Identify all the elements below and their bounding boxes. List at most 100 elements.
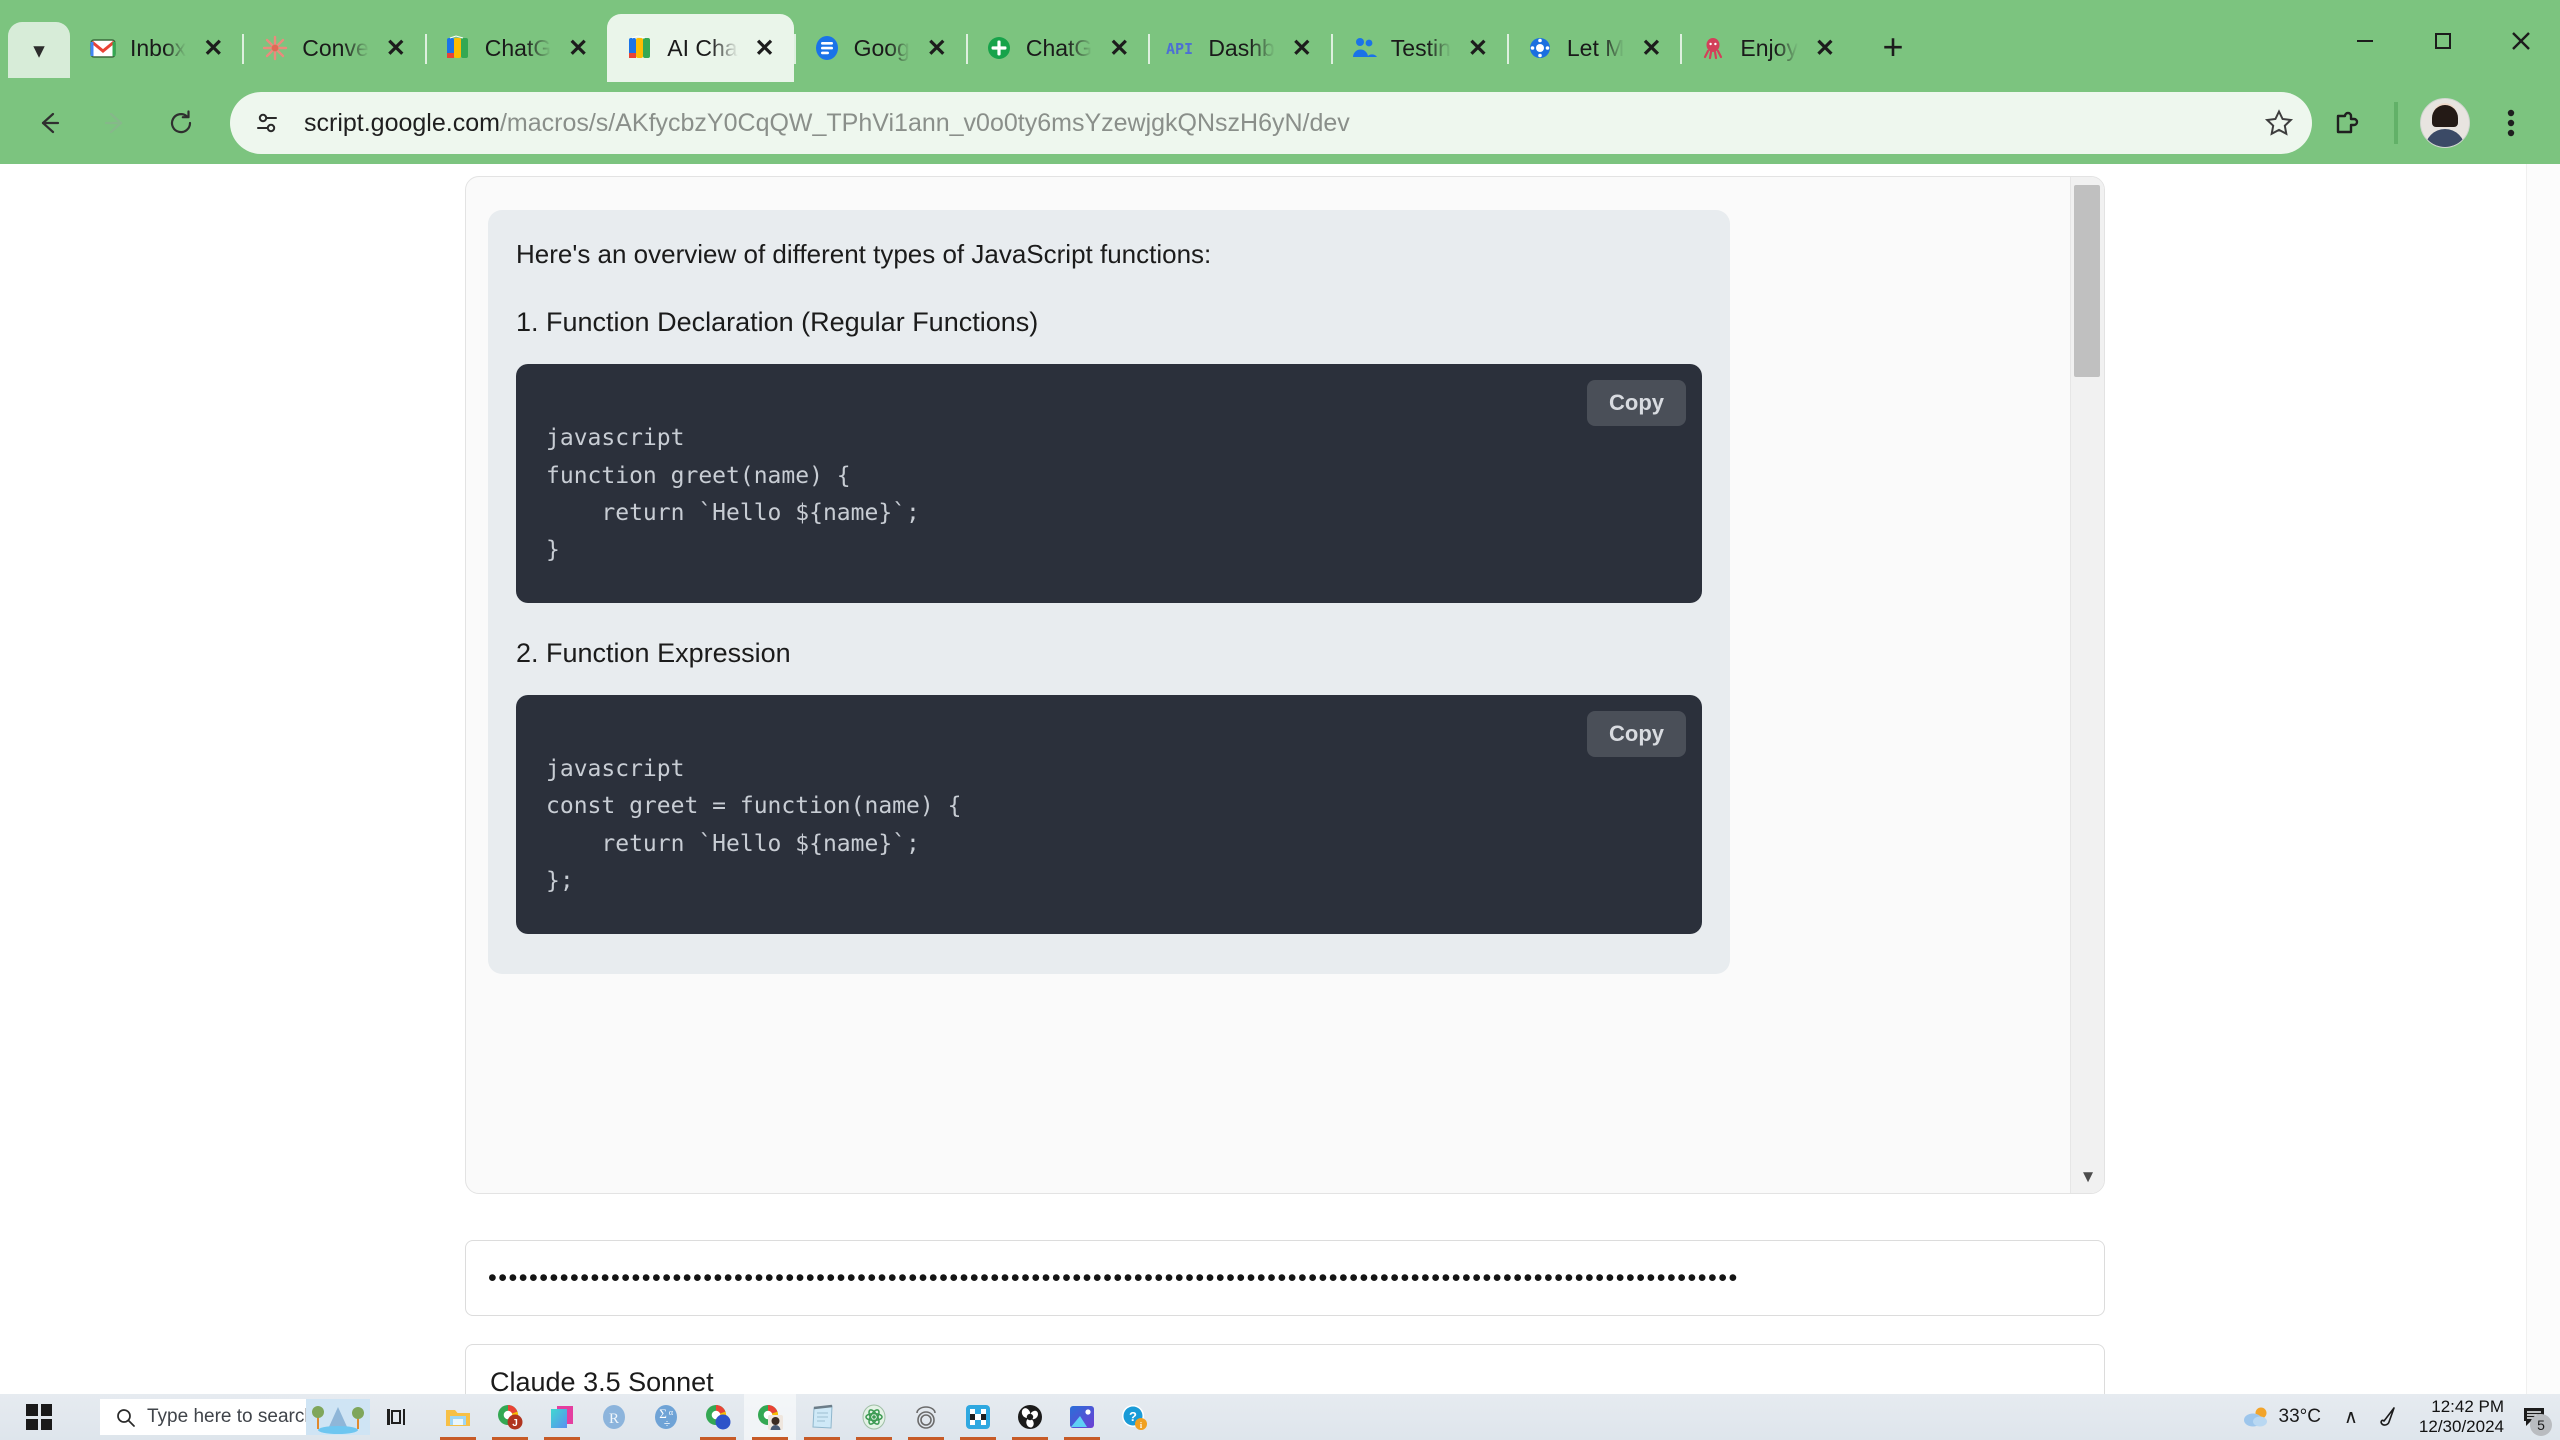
chat-scroll-down-arrow[interactable]: ▼ — [2071, 1167, 2105, 1187]
chrome-blue-icon — [704, 1403, 732, 1431]
taskbar-app-brackets[interactable] — [952, 1394, 1004, 1440]
question-icon: ?i — [1120, 1403, 1148, 1431]
chat-message-list: Give me an overview of the different typ… — [466, 177, 2070, 1193]
search-illustration — [306, 1399, 370, 1435]
tab-close-button[interactable]: ✕ — [920, 31, 954, 65]
show-hidden-icons-button[interactable]: ∧ — [2335, 1394, 2367, 1440]
chrome-face-icon — [756, 1403, 784, 1431]
minimize-button[interactable] — [2326, 0, 2404, 82]
forward-button[interactable] — [84, 92, 146, 154]
url-text: script.google.com/macros/s/AKfycbzY0CqQW… — [304, 109, 1350, 138]
notification-count-badge: 5 — [2530, 1414, 2552, 1436]
close-window-button[interactable] — [2482, 0, 2560, 82]
windows-start-icon[interactable] — [0, 1394, 78, 1440]
tab-close-button[interactable]: ✕ — [748, 31, 782, 65]
toolbar-divider — [2394, 102, 2398, 144]
section-heading-1: 1. Function Declaration (Regular Functio… — [516, 304, 1702, 342]
taskbar-app-file-explorer[interactable] — [432, 1394, 484, 1440]
browser-tab[interactable]: ChatG✕ — [425, 14, 607, 82]
tab-close-button[interactable]: ✕ — [1461, 31, 1495, 65]
taskbar-app-math-app[interactable]: Σα÷ — [640, 1394, 692, 1440]
code-block-1: Copy javascript function greet(name) { r… — [516, 364, 1702, 603]
password-input[interactable]: ••••••••••••••••••••••••••••••••••••••••… — [465, 1240, 2105, 1316]
tab-divider — [966, 34, 968, 64]
browser-tab[interactable]: Enjoy✕ — [1680, 14, 1854, 82]
search-input[interactable]: Type here to search — [100, 1399, 370, 1435]
tab-title: AI Cha — [667, 35, 737, 62]
new-tab-button[interactable]: + — [1864, 18, 1922, 76]
tab-close-button[interactable]: ✕ — [196, 31, 230, 65]
taskbar-clock[interactable]: 12:42 PM 12/30/2024 — [2409, 1397, 2514, 1436]
taskbar-app-notepad[interactable] — [796, 1394, 848, 1440]
tab-close-button[interactable]: ✕ — [1285, 31, 1319, 65]
taskbar-app-help-info[interactable]: ?i — [1108, 1394, 1160, 1440]
code-text: javascript const greet = function(name) … — [516, 751, 1702, 900]
star-icon[interactable] — [2248, 108, 2294, 138]
svg-text:R: R — [609, 1411, 619, 1427]
code-block-2: Copy javascript const greet = function(n… — [516, 695, 1702, 934]
reload-button[interactable] — [150, 92, 212, 154]
taskbar-app-slides-app[interactable] — [536, 1394, 588, 1440]
taskbar-app-chrome-jupyter[interactable]: J — [484, 1394, 536, 1440]
window-controls — [2326, 0, 2560, 82]
chrome-j-icon: J — [496, 1403, 524, 1431]
browser-tab[interactable]: Inbox ✕ — [70, 14, 242, 82]
tab-close-button[interactable]: ✕ — [1634, 31, 1668, 65]
tab-strip: ▾ Inbox✕Conve✕ChatG✕AI Cha✕Goog✕ChatG✕AP… — [0, 0, 2560, 82]
copy-button[interactable]: Copy — [1587, 711, 1686, 757]
brackets-icon — [964, 1403, 992, 1431]
browser-tab[interactable]: Goog✕ — [794, 14, 966, 82]
page-scrollbar[interactable] — [2526, 164, 2560, 1394]
weather-widget[interactable]: 33°C — [2232, 1394, 2335, 1440]
tab-divider — [1148, 34, 1150, 64]
browser-tab[interactable]: Testin✕ — [1331, 14, 1507, 82]
tab-close-button[interactable]: ✕ — [1808, 31, 1842, 65]
tab-title: Inbox — [130, 35, 186, 62]
page-scrollbar-track[interactable] — [2527, 164, 2560, 1394]
taskbar-app-rstudio[interactable]: R — [588, 1394, 640, 1440]
taskbar-app-ring-app[interactable] — [900, 1394, 952, 1440]
assistant-message-bubble: Here's an overview of different types of… — [488, 210, 1730, 974]
puzzle-icon[interactable] — [2316, 92, 2378, 154]
obs-icon — [1016, 1403, 1044, 1431]
chat-scrollbar-thumb[interactable] — [2074, 185, 2100, 377]
system-tray: 33°C ∧ 12:42 PM 12/30/2024 5 — [2232, 1394, 2560, 1440]
site-settings-icon[interactable] — [244, 100, 290, 146]
copy-button[interactable]: Copy — [1587, 380, 1686, 426]
taskbar-app-photos[interactable] — [1056, 1394, 1108, 1440]
assistant-intro-text: Here's an overview of different types of… — [516, 236, 1702, 272]
taskbar-app-chrome-profile[interactable] — [744, 1394, 796, 1440]
chat-scrollbar[interactable]: ▼ — [2070, 177, 2104, 1193]
password-masked-value: ••••••••••••••••••••••••••••••••••••••••… — [488, 1264, 1739, 1293]
ring-icon — [912, 1403, 940, 1431]
maximize-button[interactable] — [2404, 0, 2482, 82]
profile-avatar[interactable] — [2414, 92, 2476, 154]
folder-icon — [444, 1403, 472, 1431]
task-view-icon[interactable] — [370, 1394, 422, 1440]
tab-divider — [1331, 34, 1333, 64]
address-bar[interactable]: script.google.com/macros/s/AKfycbzY0CqQW… — [230, 92, 2312, 154]
model-select-label: Claude 3.5 Sonnet — [490, 1367, 714, 1394]
partly-cloudy-icon — [2241, 1405, 2271, 1429]
tab-divider — [242, 34, 244, 64]
google-forms-icon — [812, 33, 842, 63]
taskbar-app-atom-editor[interactable] — [848, 1394, 900, 1440]
browser-tab[interactable]: AI Cha ✕ — [607, 14, 793, 82]
three-dot-menu-icon[interactable] — [2480, 92, 2542, 154]
browser-tab[interactable]: Conve✕ — [242, 14, 424, 82]
svg-text:API: API — [1166, 40, 1193, 58]
tab-close-button[interactable]: ✕ — [1102, 31, 1136, 65]
browser-tab[interactable]: Let M✕ — [1507, 14, 1681, 82]
pen-icon[interactable] — [2367, 1394, 2409, 1440]
taskbar-app-chrome-window[interactable] — [692, 1394, 744, 1440]
tab-search-button[interactable]: ▾ — [8, 22, 70, 78]
tab-close-button[interactable]: ✕ — [561, 31, 595, 65]
browser-tab[interactable]: ChatG✕ — [966, 14, 1148, 82]
tab-close-button[interactable]: ✕ — [379, 31, 413, 65]
back-button[interactable] — [18, 92, 80, 154]
clock-date: 12/30/2024 — [2419, 1417, 2504, 1437]
notification-icon[interactable]: 5 — [2514, 1394, 2554, 1440]
model-select-field[interactable]: Claude 3.5 Sonnet — [465, 1344, 2105, 1394]
browser-tab[interactable]: APIDashb✕ — [1148, 14, 1330, 82]
taskbar-app-obs-studio[interactable] — [1004, 1394, 1056, 1440]
